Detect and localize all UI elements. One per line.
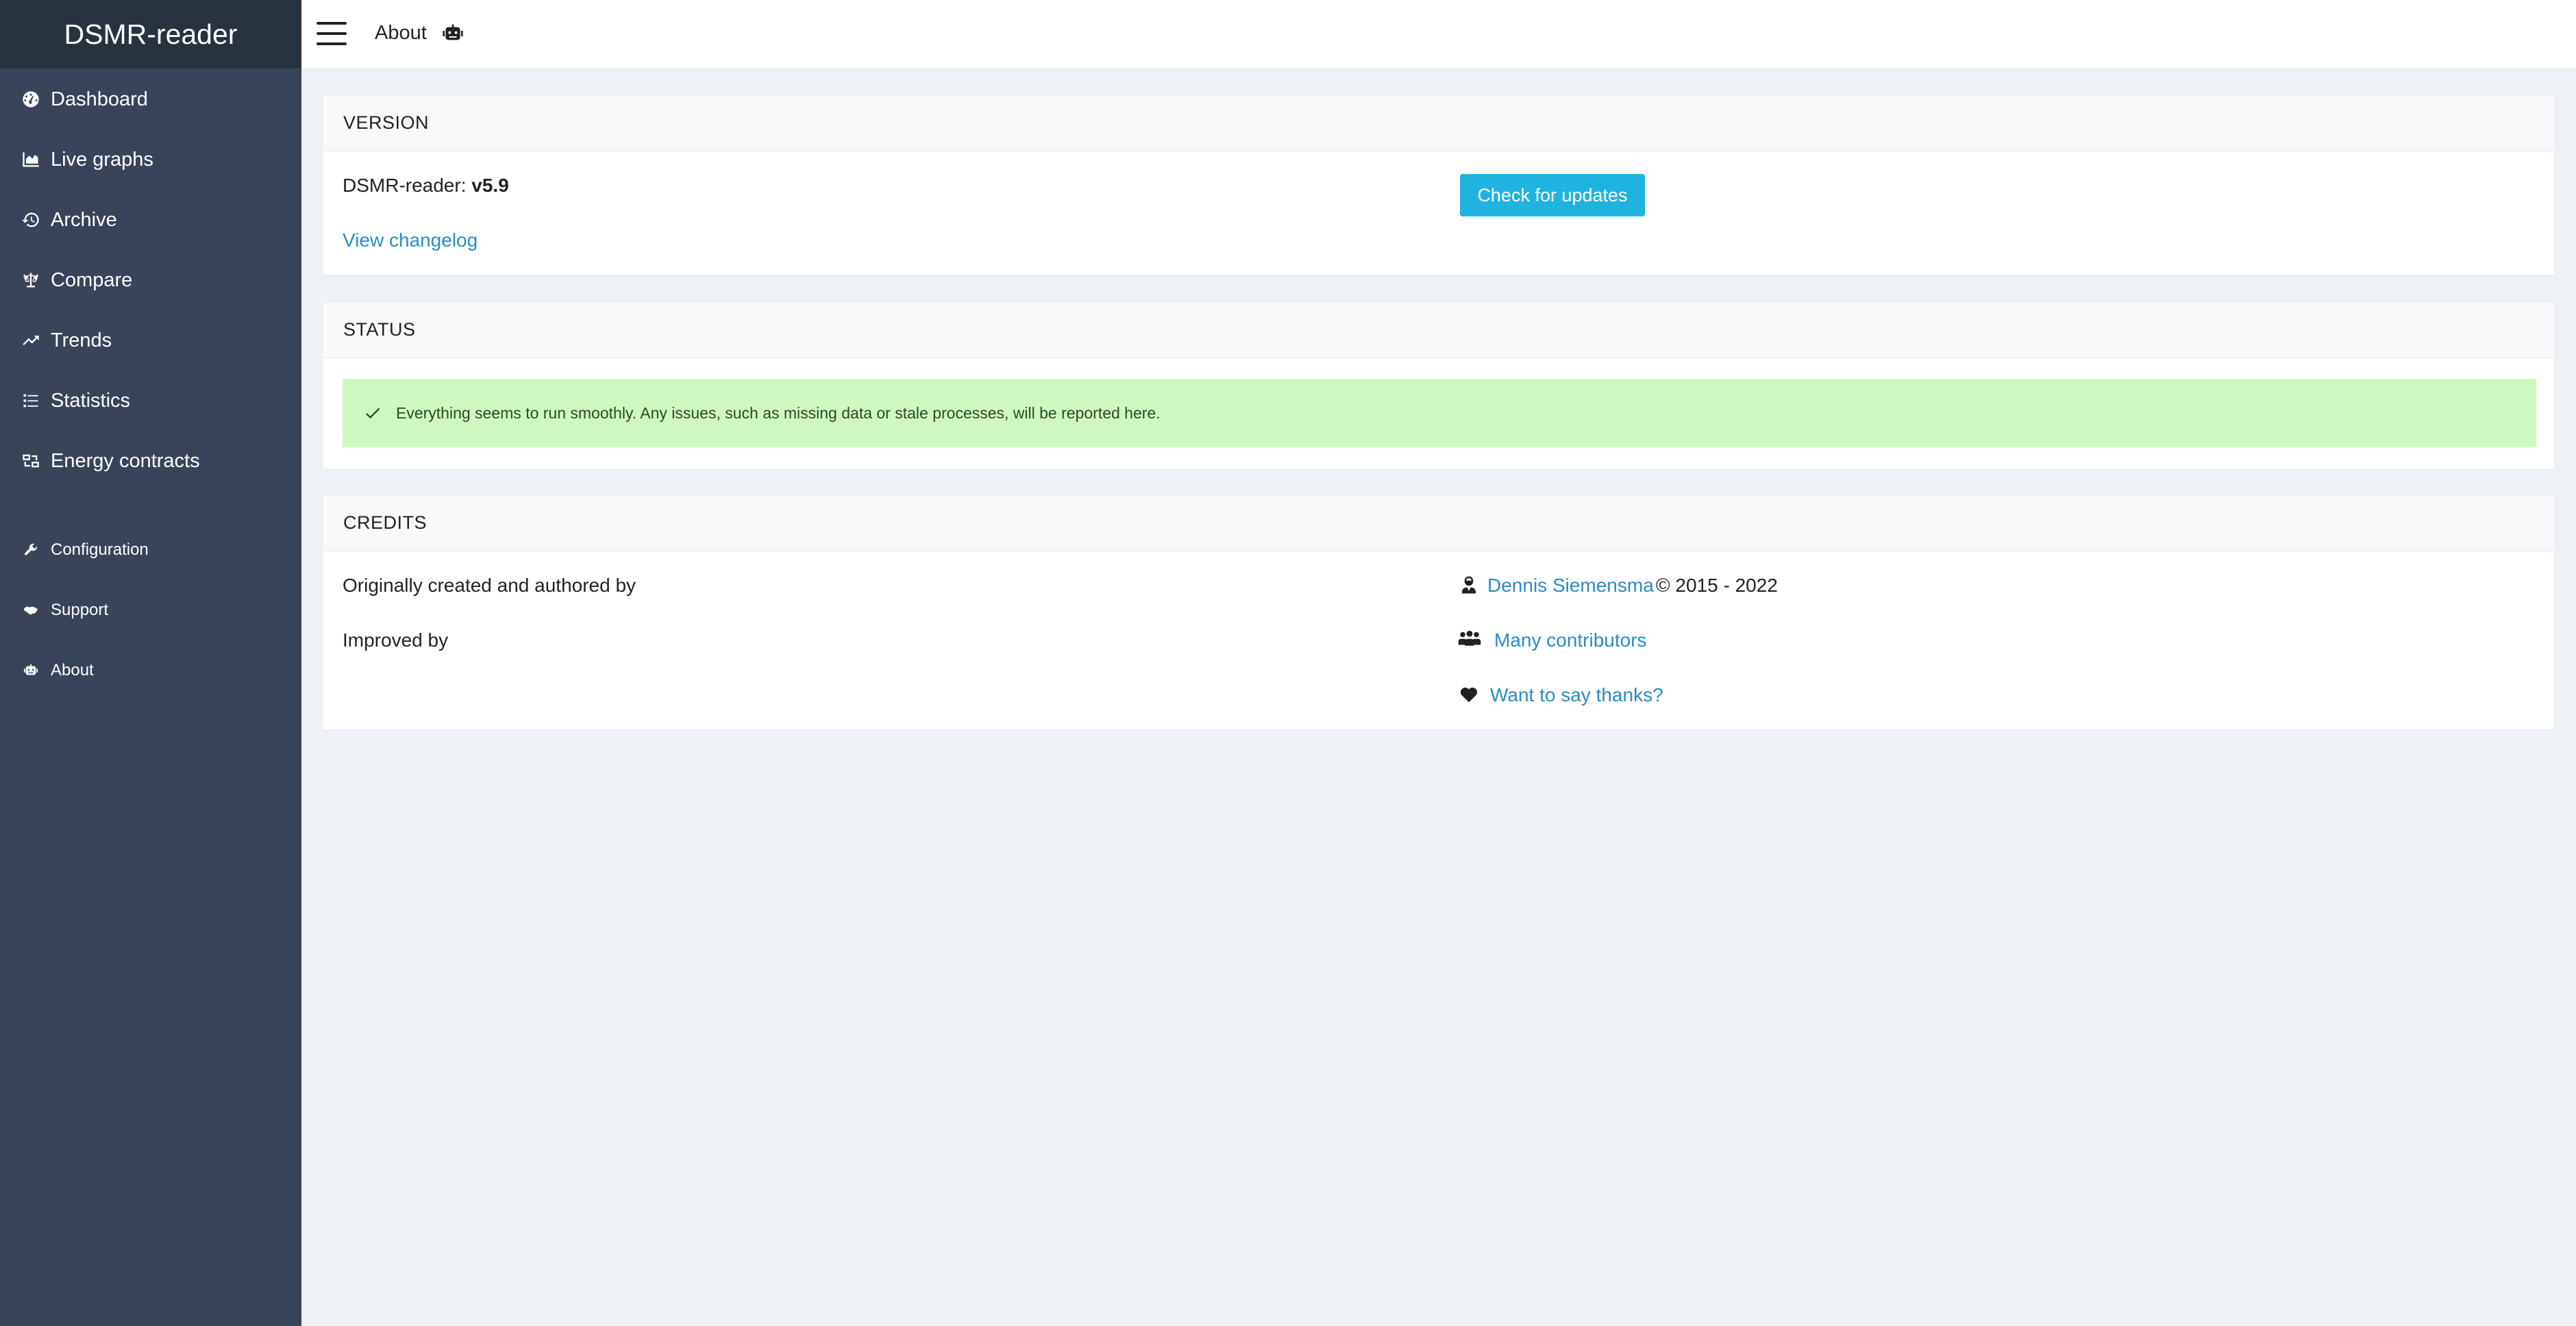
trend-up-icon xyxy=(21,330,41,351)
author-link[interactable]: Dennis Siemensma xyxy=(1487,575,1654,597)
page-title: About xyxy=(375,22,427,44)
sidebar-item-label: Configuration xyxy=(51,540,149,559)
sidebar-item-support[interactable]: Support xyxy=(0,583,301,638)
version-value: v5.9 xyxy=(471,175,509,196)
sidebar-item-label: Support xyxy=(51,601,109,619)
status-card: STATUS Everything seems to run smoothly.… xyxy=(322,301,2555,470)
sidebar-item-archive[interactable]: Archive xyxy=(0,192,301,247)
wrench-icon xyxy=(21,540,41,560)
chart-area-icon xyxy=(21,149,41,170)
contributors-link[interactable]: Many contributors xyxy=(1494,629,1647,651)
users-icon xyxy=(1457,629,1482,650)
handshake-icon xyxy=(21,600,41,621)
sidebar-item-compare[interactable]: Compare xyxy=(0,253,301,308)
version-card: VERSION DSMR-reader: v5.9 View changelog… xyxy=(322,95,2555,275)
credits-card: CREDITS Originally created and authored … xyxy=(322,495,2555,730)
list-icon xyxy=(21,390,41,411)
sidebar-item-label: Dashboard xyxy=(51,88,148,110)
status-header: STATUS xyxy=(323,302,2555,358)
contracts-icon xyxy=(21,451,41,471)
sidebar-item-trends[interactable]: Trends xyxy=(0,313,301,368)
sidebar-item-label: Live graphs xyxy=(51,148,153,171)
sidebar-item-configuration[interactable]: Configuration xyxy=(0,523,301,577)
created-by-label: Originally created and authored by xyxy=(343,575,636,596)
sidebar-item-label: About xyxy=(51,661,94,679)
topbar: About xyxy=(301,0,2576,69)
robot-icon xyxy=(441,23,465,45)
dashboard-icon xyxy=(21,89,41,110)
user-tie-icon xyxy=(1459,575,1479,595)
balance-scale-icon xyxy=(21,270,41,290)
sidebar-item-label: Trends xyxy=(51,329,112,351)
version-text: DSMR-reader: v5.9 xyxy=(343,175,509,197)
sidebar-item-energy-contracts[interactable]: Energy contracts xyxy=(0,434,301,488)
version-header: VERSION xyxy=(323,95,2555,151)
check-for-updates-button[interactable]: Check for updates xyxy=(1460,174,1645,216)
hamburger-menu-icon[interactable] xyxy=(317,22,347,47)
history-icon xyxy=(21,210,41,230)
robot-icon xyxy=(21,660,41,681)
say-thanks-link[interactable]: Want to say thanks? xyxy=(1490,684,1663,706)
status-message: Everything seems to run smoothly. Any is… xyxy=(396,403,1161,422)
status-alert: Everything seems to run smoothly. Any is… xyxy=(343,379,2536,447)
view-changelog-link[interactable]: View changelog xyxy=(343,229,478,251)
sidebar-item-about[interactable]: About xyxy=(0,643,301,698)
sidebar-item-label: Archive xyxy=(51,208,117,231)
credits-header: CREDITS xyxy=(323,495,2555,551)
sidebar-item-label: Compare xyxy=(51,268,133,291)
sidebar-item-live-graphs[interactable]: Live graphs xyxy=(0,132,301,187)
version-label: DSMR-reader: xyxy=(343,175,472,196)
check-icon xyxy=(365,408,380,419)
heart-icon xyxy=(1459,684,1479,705)
improved-by-label: Improved by xyxy=(343,629,449,651)
copyright-text: © 2015 - 2022 xyxy=(1656,575,1778,596)
sidebar-item-label: Statistics xyxy=(51,389,131,412)
brand-title[interactable]: DSMR-reader xyxy=(0,0,301,68)
sidebar-item-label: Energy contracts xyxy=(51,449,200,472)
sidebar-item-statistics[interactable]: Statistics xyxy=(0,373,301,428)
sidebar-item-dashboard[interactable]: Dashboard xyxy=(0,72,301,127)
sidebar: DSMR-reader Dashboard Live graphs Archiv… xyxy=(0,0,301,1326)
